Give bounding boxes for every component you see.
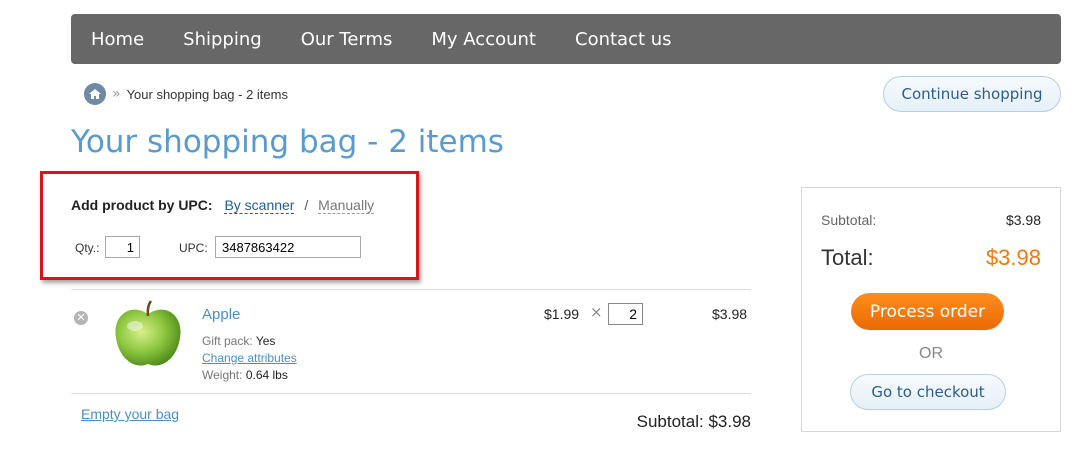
weight-label: Weight: xyxy=(202,368,243,382)
upc-qty-label: Qty.: xyxy=(75,241,100,255)
order-summary-panel: Subtotal: $3.98 Total: $3.98 Process ord… xyxy=(801,187,1061,432)
gift-pack-row: Gift pack: Yes xyxy=(202,334,275,348)
upc-slash: / xyxy=(304,197,309,213)
summary-total-label: Total: xyxy=(821,245,874,270)
product-name-link[interactable]: Apple xyxy=(202,306,240,323)
manually-link[interactable]: Manually xyxy=(318,197,375,214)
divider xyxy=(71,393,751,394)
remove-item-icon[interactable]: ✕ xyxy=(74,311,88,325)
item-total: $3.98 xyxy=(712,306,748,322)
weight-value: 0.64 lbs xyxy=(245,368,288,382)
by-scanner-link[interactable]: By scanner xyxy=(224,197,295,214)
process-order-button[interactable]: Process order xyxy=(851,293,1004,330)
gift-pack-value: Yes xyxy=(255,334,276,348)
change-attributes-row: Change attributes xyxy=(202,351,297,365)
change-attributes-link[interactable]: Change attributes xyxy=(202,351,297,365)
divider xyxy=(71,289,751,290)
empty-bag-link[interactable]: Empty your bag xyxy=(81,406,179,422)
item-quantity-input[interactable] xyxy=(608,303,643,325)
breadcrumb-separator: » xyxy=(112,86,121,102)
nav-contact-us[interactable]: Contact us xyxy=(575,29,672,50)
or-separator: OR xyxy=(919,345,943,362)
upc-qty-input[interactable] xyxy=(105,236,140,258)
nav-shipping[interactable]: Shipping xyxy=(183,29,262,50)
bag-subtotal: Subtotal: $3.98 xyxy=(636,412,751,431)
upc-highlight-box xyxy=(40,171,419,280)
breadcrumb-current: Your shopping bag - 2 items xyxy=(126,86,288,102)
page-title: Your shopping bag - 2 items xyxy=(71,124,504,160)
multiply-icon: × xyxy=(590,303,603,321)
item-price: $1.99 xyxy=(544,306,580,322)
main-navbar: Home Shipping Our Terms My Account Conta… xyxy=(71,14,1061,64)
upc-code-input[interactable] xyxy=(215,236,361,258)
weight-row: Weight: 0.64 lbs xyxy=(202,368,288,382)
breadcrumb: » Your shopping bag - 2 items xyxy=(84,83,288,105)
go-to-checkout-button[interactable]: Go to checkout xyxy=(850,374,1006,410)
home-icon[interactable] xyxy=(84,83,106,105)
upc-code-label: UPC: xyxy=(179,241,208,255)
summary-subtotal-label: Subtotal: xyxy=(821,212,877,228)
nav-our-terms[interactable]: Our Terms xyxy=(301,29,393,50)
continue-shopping-button[interactable]: Continue shopping xyxy=(883,76,1061,112)
upc-label: Add product by UPC: xyxy=(71,197,213,213)
upc-header: Add product by UPC: By scanner / Manuall… xyxy=(71,197,375,214)
nav-home[interactable]: Home xyxy=(91,29,144,50)
nav-my-account[interactable]: My Account xyxy=(431,29,536,50)
summary-total-value: $3.98 xyxy=(985,245,1041,270)
product-image-apple[interactable] xyxy=(108,298,188,372)
summary-subtotal-value: $3.98 xyxy=(1005,212,1041,228)
gift-pack-label: Gift pack: xyxy=(202,334,253,348)
